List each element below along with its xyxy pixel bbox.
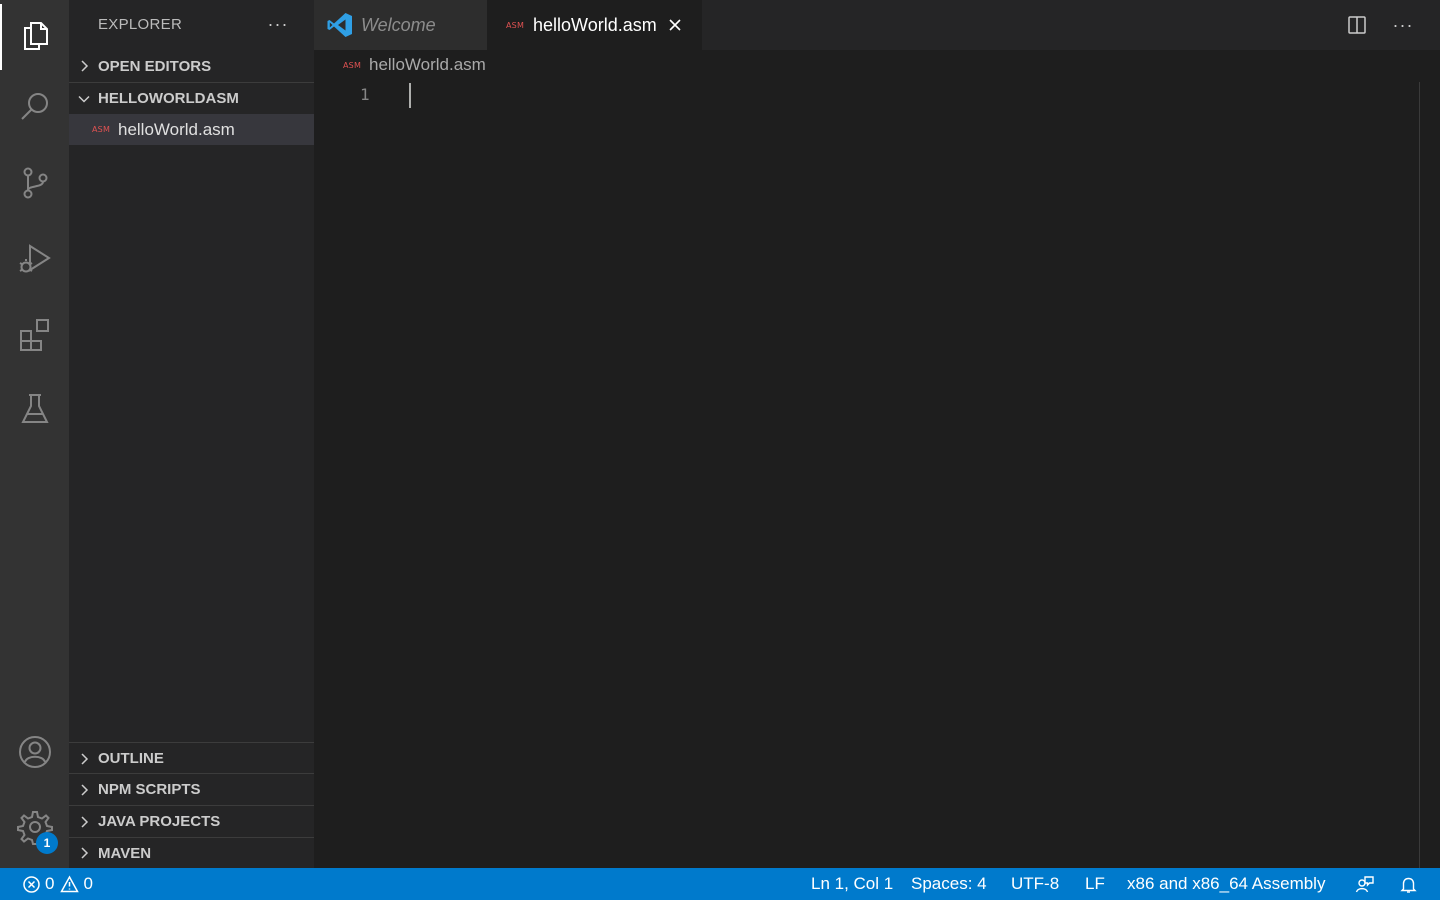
notifications-button[interactable] — [1399, 868, 1418, 900]
section-label: HELLOWORLDASM — [98, 90, 239, 107]
accounts-button[interactable] — [0, 719, 69, 785]
tab-strip: Welcome ASM helloWorld.asm ··· — [314, 0, 1440, 50]
line-number: 1 — [360, 85, 370, 104]
section-outline[interactable]: OUTLINE — [69, 742, 314, 774]
status-bar: 0 0 Ln 1, Col 1 Spaces: 4 UTF-8 LF x86 a… — [0, 868, 1440, 900]
chevron-down-icon — [69, 83, 98, 115]
bell-icon — [1400, 877, 1417, 893]
tab-welcome[interactable]: Welcome — [314, 0, 487, 50]
section-label: MAVEN — [98, 844, 152, 862]
section-label: JAVA PROJECTS — [98, 813, 221, 830]
account-icon — [18, 736, 51, 768]
cursor-position[interactable]: Ln 1, Col 1 — [811, 868, 893, 900]
section-java-projects[interactable]: JAVA PROJECTS — [69, 805, 314, 837]
section-open-editors[interactable]: OPEN EDITORS — [69, 50, 314, 82]
tab-helloworld-asm[interactable]: ASM helloWorld.asm — [487, 0, 702, 50]
flask-icon — [20, 394, 49, 423]
file-name: helloWorld.asm — [118, 119, 235, 139]
section-label: OUTLINE — [98, 750, 164, 767]
source-control-icon — [23, 167, 47, 199]
error-icon — [23, 875, 40, 893]
warning-count: 0 — [83, 874, 93, 893]
extensions-button[interactable] — [0, 301, 69, 367]
source-control-button[interactable] — [0, 150, 69, 216]
manage-button[interactable]: 1 — [0, 794, 69, 860]
indentation[interactable]: Spaces: 4 — [911, 868, 987, 900]
section-maven[interactable]: MAVEN — [69, 837, 314, 868]
editor-area[interactable]: 1 — [314, 80, 1440, 868]
split-editor-button[interactable] — [1342, 10, 1372, 40]
search-button[interactable] — [0, 74, 69, 140]
more-actions-icon[interactable]: ··· — [1388, 10, 1418, 40]
feedback-button[interactable] — [1355, 868, 1374, 900]
search-icon — [20, 93, 48, 120]
activity-bar: 1 — [0, 0, 69, 868]
asm-file-icon: ASM — [506, 20, 525, 30]
feedback-icon — [1355, 875, 1374, 892]
section-npm-scripts[interactable]: NPM SCRIPTS — [69, 773, 314, 805]
asm-file-icon: ASM — [92, 125, 111, 134]
chevron-right-icon — [69, 50, 98, 82]
text-cursor — [409, 83, 411, 108]
breadcrumb: ASM helloWorld.asm — [314, 50, 1440, 80]
sidebar-title: EXPLORER — [98, 16, 183, 33]
end-of-line[interactable]: LF — [1085, 868, 1105, 900]
chevron-right-icon — [69, 806, 98, 838]
warning-icon — [60, 874, 80, 892]
tab-label: helloWorld.asm — [533, 14, 657, 35]
problems-indicator[interactable]: 0 0 — [22, 868, 93, 900]
files-icon — [23, 22, 48, 50]
section-label: NPM SCRIPTS — [98, 781, 201, 798]
run-debug-icon — [18, 244, 51, 273]
language-mode[interactable]: x86 and x86_64 Assembly — [1127, 868, 1325, 900]
extensions-icon — [19, 319, 49, 351]
chevron-right-icon — [69, 774, 98, 806]
run-debug-button[interactable] — [0, 226, 69, 292]
notification-badge: 1 — [36, 832, 58, 854]
section-folder[interactable]: HELLOWORLDASM — [69, 82, 314, 114]
encoding[interactable]: UTF-8 — [1011, 868, 1059, 900]
error-count: 0 — [45, 874, 55, 893]
section-label: OPEN EDITORS — [98, 57, 212, 75]
chevron-right-icon — [69, 837, 98, 869]
editor-scrollbar[interactable] — [1419, 82, 1420, 868]
sidebar-more-actions-icon[interactable]: ··· — [265, 8, 291, 40]
chevron-right-icon — [69, 743, 98, 775]
sidebar: EXPLORER ··· OPEN EDITORS HELLOWORLDASM … — [69, 0, 314, 868]
tab-label: Welcome — [361, 14, 436, 35]
asm-file-icon: ASM — [343, 60, 362, 70]
vscode-icon — [327, 13, 352, 37]
explorer-button[interactable] — [0, 2, 69, 70]
close-icon[interactable] — [666, 16, 684, 34]
breadcrumb-file[interactable]: helloWorld.asm — [369, 55, 486, 75]
split-editor-icon — [1348, 16, 1366, 34]
testing-button[interactable] — [0, 376, 69, 442]
file-item-helloworld[interactable]: ASM helloWorld.asm — [69, 114, 314, 145]
